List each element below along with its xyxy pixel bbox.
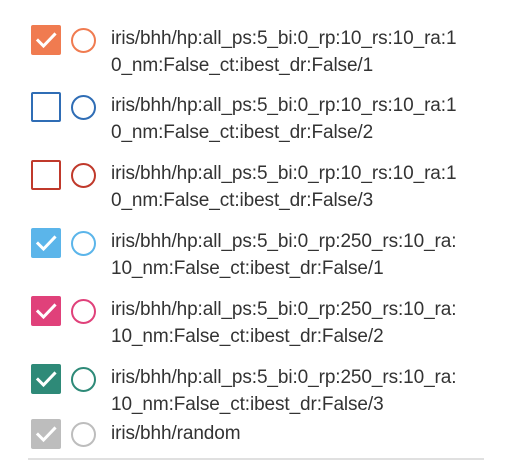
run-label-line: iris/bhh/hp:all_ps:5_bi:0_rp:10_rs:10_ra… — [111, 28, 457, 49]
run-label: iris/bhh/hp:all_ps:5_bi:0_rp:10_rs:10_ra… — [111, 92, 491, 146]
run-checkbox[interactable] — [31, 364, 61, 394]
run-label: iris/bhh/random — [111, 420, 491, 447]
color-circle-icon[interactable] — [71, 367, 96, 392]
run-row: iris/bhh/hp:all_ps:5_bi:0_rp:10_rs:10_ra… — [0, 155, 512, 221]
checkmark-icon — [35, 371, 57, 388]
checkmark-icon — [35, 303, 57, 320]
run-label: iris/bhh/hp:all_ps:5_bi:0_rp:250_rs:10_r… — [111, 228, 491, 282]
run-label-line: 10_nm:False_ct:ibest_dr:False/3 — [111, 394, 384, 415]
color-circle-icon[interactable] — [71, 422, 96, 447]
run-label-line: 10_nm:False_ct:ibest_dr:False/2 — [111, 326, 384, 347]
run-label-line: iris/bhh/hp:all_ps:5_bi:0_rp:250_rs:10_r… — [111, 231, 457, 252]
run-checkbox[interactable] — [31, 296, 61, 326]
run-label-line: 0_nm:False_ct:ibest_dr:False/1 — [111, 55, 374, 76]
color-circle-icon[interactable] — [71, 299, 96, 324]
checkmark-icon — [35, 235, 57, 252]
run-row: iris/bhh/hp:all_ps:5_bi:0_rp:10_rs:10_ra… — [0, 20, 512, 86]
run-selector-list: iris/bhh/hp:all_ps:5_bi:0_rp:10_rs:10_ra… — [0, 0, 512, 460]
run-label-line: iris/bhh/hp:all_ps:5_bi:0_rp:250_rs:10_r… — [111, 299, 457, 320]
checkmark-icon — [35, 32, 57, 49]
run-label: iris/bhh/hp:all_ps:5_bi:0_rp:10_rs:10_ra… — [111, 160, 491, 214]
run-row: iris/bhh/hp:all_ps:5_bi:0_rp:250_rs:10_r… — [0, 291, 512, 357]
run-row: iris/bhh/hp:all_ps:5_bi:0_rp:250_rs:10_r… — [0, 223, 512, 289]
run-label: iris/bhh/hp:all_ps:5_bi:0_rp:250_rs:10_r… — [111, 296, 491, 350]
run-checkbox[interactable] — [31, 92, 61, 122]
color-circle-icon[interactable] — [71, 95, 96, 120]
run-label-line: 0_nm:False_ct:ibest_dr:False/3 — [111, 190, 374, 211]
run-checkbox[interactable] — [31, 419, 61, 449]
run-label-line: iris/bhh/random — [111, 423, 241, 444]
run-checkbox[interactable] — [31, 160, 61, 190]
run-label-line: iris/bhh/hp:all_ps:5_bi:0_rp:250_rs:10_r… — [111, 367, 457, 388]
run-checkbox[interactable] — [31, 25, 61, 55]
run-label: iris/bhh/hp:all_ps:5_bi:0_rp:250_rs:10_r… — [111, 364, 491, 418]
run-row: iris/bhh/hp:all_ps:5_bi:0_rp:10_rs:10_ra… — [0, 87, 512, 153]
checkmark-icon — [35, 426, 57, 443]
run-label: iris/bhh/hp:all_ps:5_bi:0_rp:10_rs:10_ra… — [111, 25, 491, 79]
run-label-line: iris/bhh/hp:all_ps:5_bi:0_rp:10_rs:10_ra… — [111, 95, 457, 116]
run-label-line: 0_nm:False_ct:ibest_dr:False/2 — [111, 122, 374, 143]
color-circle-icon[interactable] — [71, 231, 96, 256]
run-label-line: 10_nm:False_ct:ibest_dr:False/1 — [111, 258, 384, 279]
run-checkbox[interactable] — [31, 228, 61, 258]
run-row: iris/bhh/random — [0, 416, 512, 452]
color-circle-icon[interactable] — [71, 28, 96, 53]
run-label-line: iris/bhh/hp:all_ps:5_bi:0_rp:10_rs:10_ra… — [111, 163, 457, 184]
color-circle-icon[interactable] — [71, 163, 96, 188]
